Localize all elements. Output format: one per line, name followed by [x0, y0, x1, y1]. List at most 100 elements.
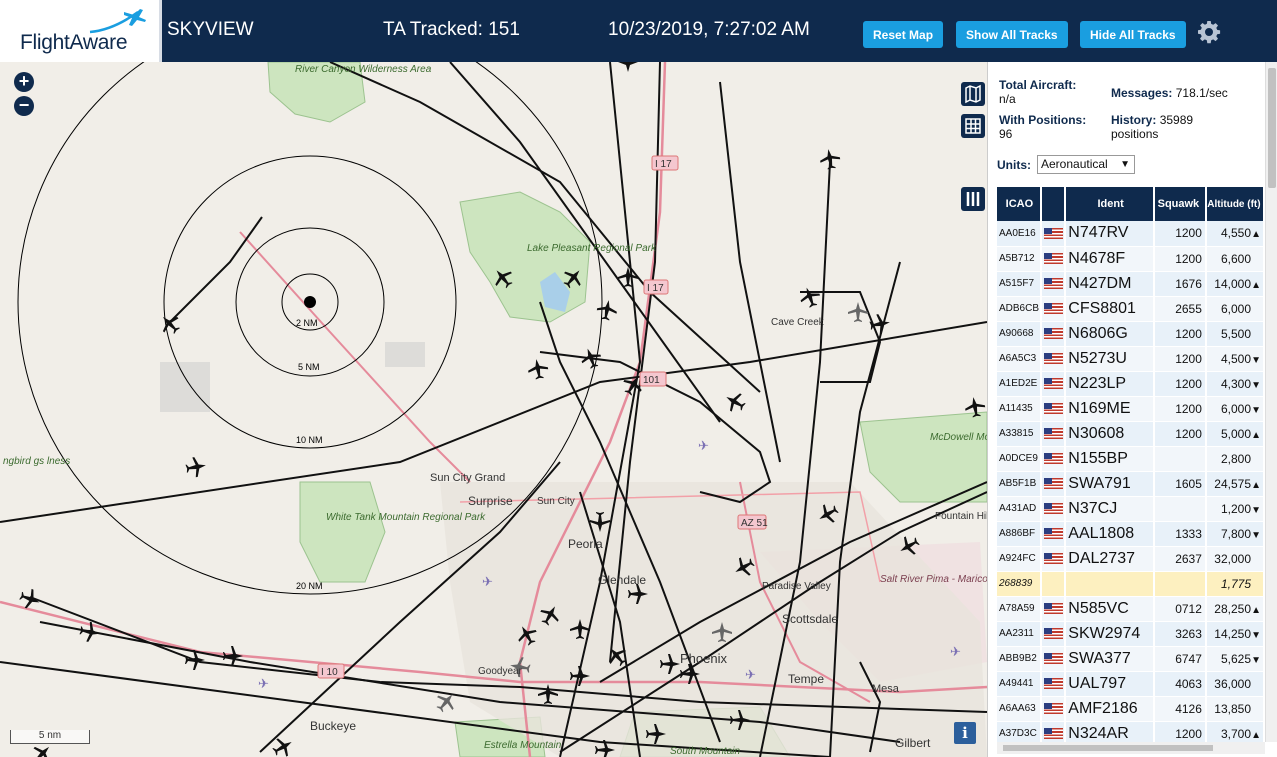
place-label: Mesa — [872, 683, 900, 695]
place-label: White Tank Mountain Regional Park — [326, 512, 486, 523]
place-label: Sun City Grand — [430, 472, 505, 484]
us-flag-icon — [1043, 353, 1063, 365]
descending-arrow-icon: ▼ — [1251, 654, 1261, 666]
column-header-flag[interactable] — [1040, 187, 1067, 221]
map-canvas[interactable]: ✈ ✈ ✈ ✈ ✈ 2 NM 5 NM 10 NM 20 NM River Ca… — [0, 62, 987, 757]
altitude-value: 4,300 — [1220, 376, 1251, 391]
site-name: SKYVIEW — [167, 19, 254, 40]
column-header-squawk[interactable]: Squawk — [1153, 187, 1207, 221]
table-row[interactable]: AA2311 SKW2974 3263 14,250▼ — [997, 621, 1266, 647]
table-row[interactable]: ADB6CB CFS8801 2655 6,000 — [997, 296, 1266, 322]
table-row[interactable]: A886BF AAL1808 1333 7,800▼ — [997, 521, 1266, 547]
scrollbar-thumb[interactable] — [1003, 745, 1213, 751]
us-flag-icon — [1043, 678, 1063, 690]
with-positions-value: 96 — [999, 127, 1013, 141]
place-label: Sun City — [537, 496, 575, 507]
zoom-in-button[interactable]: + — [14, 72, 34, 92]
flag-cell — [1040, 446, 1067, 472]
map-view[interactable]: ✈ ✈ ✈ ✈ ✈ 2 NM 5 NM 10 NM 20 NM River Ca… — [0, 62, 987, 757]
flag-cell — [1040, 346, 1067, 372]
table-row[interactable]: A1ED2E N223LP 1200 4,300▼ — [997, 371, 1266, 397]
table-row[interactable]: A924FC DAL2737 2637 32,000 — [997, 546, 1266, 572]
descending-arrow-icon: ▼ — [1251, 529, 1261, 541]
altitude-cell: 13,850 — [1205, 696, 1266, 722]
table-row[interactable]: A431AD N37CJ 1,200▼ — [997, 496, 1266, 522]
table-row[interactable]: A515F7 N427DM 1676 14,000▲ — [997, 271, 1266, 297]
vertical-scrollbar[interactable] — [1265, 62, 1277, 742]
table-row[interactable]: A90668 N6806G 1200 5,500 — [997, 321, 1266, 347]
altitude-value: 4,550 — [1220, 226, 1251, 241]
scrollbar-thumb[interactable] — [1268, 68, 1276, 188]
range-ring-label: 5 NM — [298, 362, 320, 372]
svg-text:✈: ✈ — [258, 676, 269, 691]
table-row[interactable]: A5B712 N4678F 1200 6,600 — [997, 246, 1266, 272]
place-label: Buckeye — [310, 719, 356, 733]
zoom-out-button[interactable]: − — [14, 96, 34, 116]
messages-value: 718.1/sec — [1175, 86, 1228, 100]
table-row[interactable]: A6A5C3 N5273U 1200 4,500▼ — [997, 346, 1266, 372]
altitude-cell: 4,550▲ — [1205, 221, 1266, 247]
table-row[interactable]: ABB9B2 SWA377 6747 5,625▼ — [997, 646, 1266, 672]
table-row[interactable]: A11435 N169ME 1200 6,000▼ — [997, 396, 1266, 422]
table-row[interactable]: A6AA63 AMF2186 4126 13,850 — [997, 696, 1266, 722]
flag-cell — [1040, 696, 1067, 722]
altitude-value: 5,625 — [1220, 651, 1251, 666]
ident-cell: N427DM — [1065, 271, 1155, 297]
horizontal-scrollbar[interactable] — [997, 742, 1265, 754]
flag-cell — [1040, 521, 1067, 547]
grid-icon[interactable] — [961, 114, 985, 138]
ident-cell: N169ME — [1065, 396, 1155, 422]
icao-cell: A33815 — [997, 421, 1042, 447]
squawk-cell: 1200 — [1153, 221, 1207, 247]
units-select[interactable]: Aeronautical ▼ — [1037, 155, 1135, 174]
ident-cell: N585VC — [1065, 596, 1155, 622]
svg-text:✈: ✈ — [745, 667, 756, 682]
table-row[interactable]: A49441 UAL797 4063 36,000 — [997, 671, 1266, 697]
map-layers-icon[interactable] — [961, 82, 985, 106]
column-header-ident[interactable]: Ident — [1065, 187, 1155, 221]
reset-map-button[interactable]: Reset Map — [863, 21, 944, 48]
show-all-tracks-button[interactable]: Show All Tracks — [956, 21, 1068, 48]
history-stat: History: 35989 positions — [1111, 113, 1231, 141]
tracked-count: TA Tracked: 151 — [383, 19, 520, 40]
gear-icon[interactable] — [1197, 20, 1221, 44]
column-header-altitude[interactable]: Altitude (ft) — [1205, 187, 1266, 221]
columns-icon[interactable] — [961, 187, 985, 211]
squawk-cell: 1333 — [1153, 521, 1207, 547]
us-flag-icon — [1043, 503, 1063, 515]
place-label: Surprise — [468, 494, 513, 508]
flag-cell — [1040, 471, 1067, 497]
place-label: Scottsdale — [782, 612, 838, 626]
table-row[interactable]: A33815 N30608 1200 5,000▲ — [997, 421, 1266, 447]
info-icon[interactable]: i — [954, 722, 976, 744]
flightaware-logo[interactable]: FlightAware — [0, 0, 162, 62]
us-flag-icon — [1043, 227, 1063, 239]
squawk-cell: 1200 — [1153, 371, 1207, 397]
icao-cell: A49441 — [997, 671, 1042, 697]
squawk-cell: 1200 — [1153, 396, 1207, 422]
altitude-value: 32,000 — [1214, 551, 1251, 566]
ident-cell: N747RV — [1065, 221, 1155, 247]
altitude-value: 5,500 — [1220, 326, 1251, 341]
hide-all-tracks-button[interactable]: Hide All Tracks — [1080, 21, 1186, 48]
highway-shield-label: I 17 — [647, 283, 664, 294]
land-parcel — [385, 342, 425, 367]
highway-60 — [239, 231, 471, 483]
descending-arrow-icon: ▼ — [1251, 379, 1261, 391]
place-label: Goodyear — [478, 666, 523, 677]
table-row[interactable]: A0DCE9 N155BP 2,800 — [997, 446, 1266, 472]
flag-cell — [1040, 321, 1067, 347]
place-label: Estrella Mountain — [484, 740, 562, 751]
climbing-arrow-icon: ▲ — [1251, 604, 1261, 616]
icao-cell: A90668 — [997, 321, 1042, 347]
table-row[interactable]: A78A59 N585VC 0712 28,250▲ — [997, 596, 1266, 622]
units-selected-value: Aeronautical — [1041, 157, 1108, 171]
table-row[interactable]: 268839 1,775 — [997, 571, 1266, 597]
column-header-icao[interactable]: ICAO — [997, 187, 1042, 221]
squawk-cell: 1200 — [1153, 246, 1207, 272]
table-row[interactable]: AA0E16 N747RV 1200 4,550▲ — [997, 221, 1266, 247]
current-datetime: 10/23/2019, 7:27:02 AM — [608, 19, 810, 40]
table-row[interactable]: AB5F1B SWA791 1605 24,575▲ — [997, 471, 1266, 497]
range-ring-label: 10 NM — [296, 435, 323, 445]
squawk-cell — [1153, 496, 1207, 522]
